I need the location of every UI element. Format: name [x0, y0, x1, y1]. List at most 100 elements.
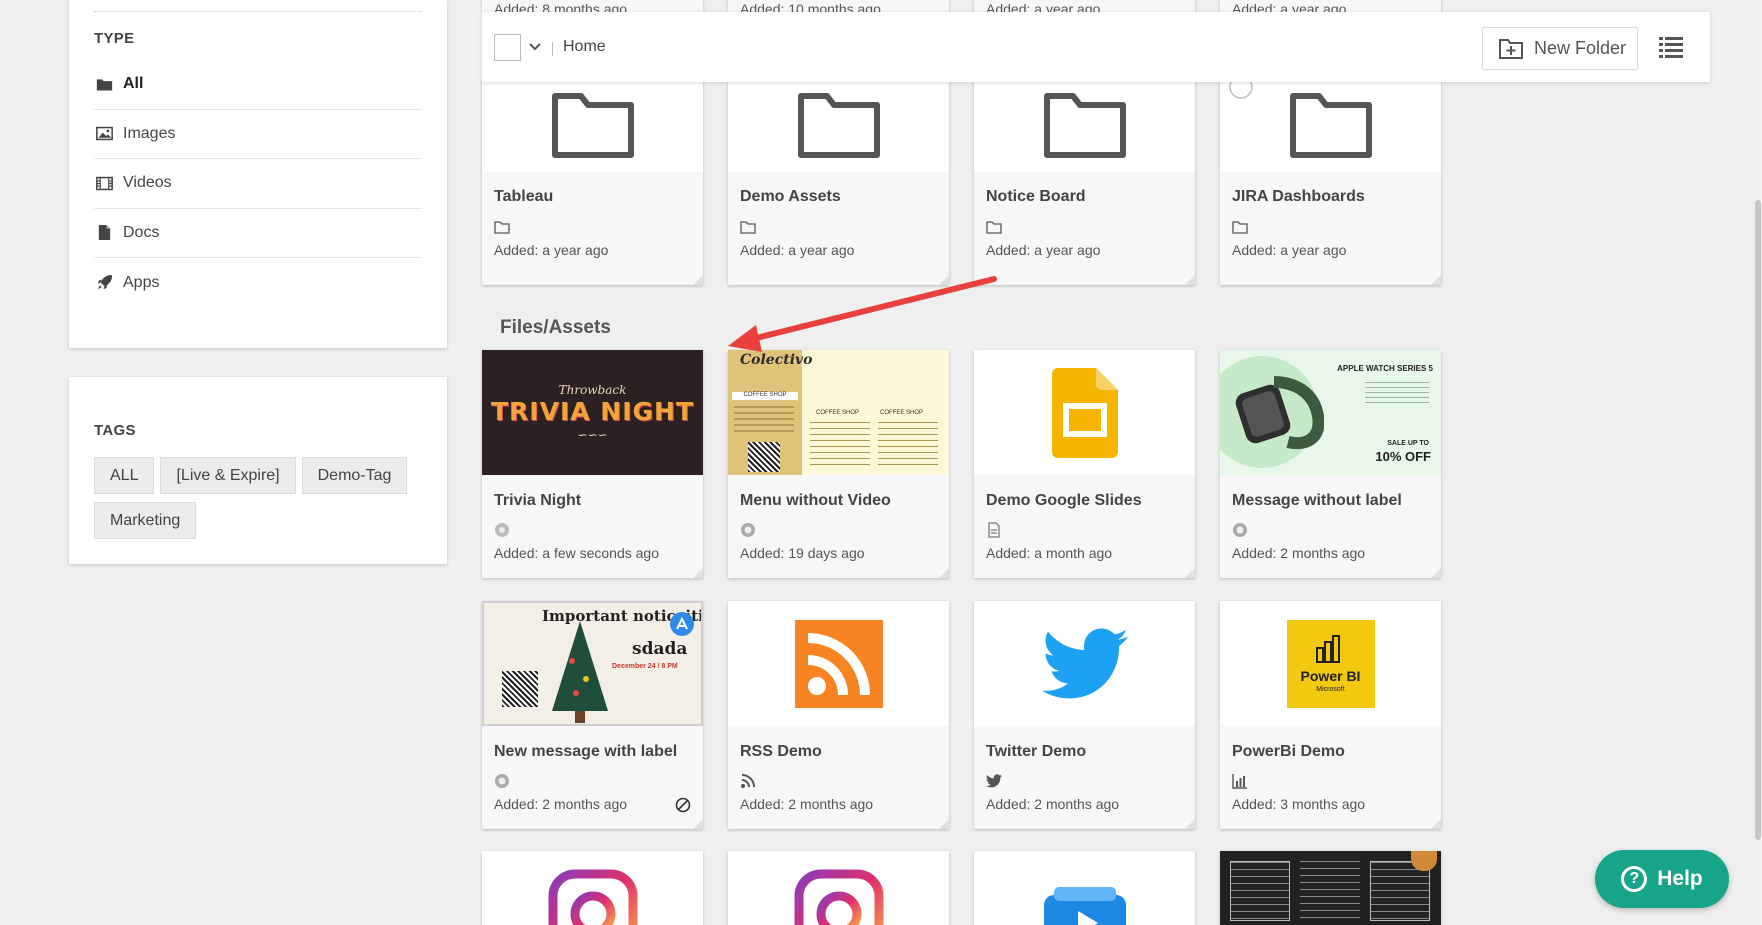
type-filter-apps[interactable]: Apps: [94, 258, 422, 308]
instagram-icon: [548, 869, 638, 925]
card-corner: [1185, 568, 1195, 578]
type-filter-all[interactable]: All: [94, 60, 422, 110]
type-filter-docs[interactable]: Docs: [94, 209, 422, 258]
thumb-text: Colectivo: [740, 352, 813, 368]
type-filter-title: TYPE: [94, 30, 135, 47]
divider: [552, 42, 553, 56]
menu-lines: [878, 422, 938, 470]
asset-card-video-app[interactable]: [974, 851, 1195, 925]
select-all-checkbox[interactable]: [494, 34, 521, 61]
breadcrumb-home[interactable]: Home: [563, 38, 606, 56]
menu-lines: [1230, 861, 1290, 921]
card-corner: [693, 275, 703, 285]
image-icon: [94, 125, 114, 143]
card-corner: [939, 275, 949, 285]
list-view-icon[interactable]: [1659, 36, 1683, 58]
help-button[interactable]: ? Help: [1595, 850, 1729, 908]
asset-card-menu-without-video[interactable]: Colectivo COFFEE SHOP COFFEE SHOP COFFEE…: [728, 350, 949, 578]
divider: [94, 11, 422, 12]
asset-card-message-without-label[interactable]: APPLE WATCH SERIES 5 SALE UP TO 10% OFF …: [1220, 350, 1441, 578]
asset-card-demo-google-slides[interactable]: Demo Google Slides Added: a month ago: [974, 350, 1195, 578]
type-filter-videos[interactable]: Videos: [94, 159, 422, 209]
card-corner: [939, 568, 949, 578]
asset-card-new-message-with-label[interactable]: Important noticaitio sdada December 24 /…: [482, 601, 703, 829]
scrollbar-track[interactable]: [1754, 0, 1762, 925]
folder-icon: [797, 93, 880, 158]
disabled-icon: [675, 797, 691, 813]
thumb-text: COFFEE SHOP: [816, 410, 860, 416]
card-added: Added: a year ago: [1232, 242, 1347, 258]
partial-card[interactable]: Added: 8 months ago: [482, 0, 703, 12]
tag-marketing[interactable]: Marketing: [94, 502, 197, 539]
card-title: PowerBi Demo: [1232, 743, 1345, 760]
card-title: Menu without Video: [740, 492, 891, 509]
google-slides-icon: [1051, 367, 1118, 458]
card-added: Added: 2 months ago: [986, 796, 1120, 812]
card-corner: [1431, 568, 1441, 578]
partial-card[interactable]: Added: 10 months ago: [728, 0, 949, 12]
folder-card[interactable]: Demo Assets Added: a year ago: [728, 80, 949, 285]
file-toolbar: Home New Folder: [482, 12, 1710, 82]
decoration: ∽∽∽: [577, 428, 608, 442]
card-corner: [1185, 275, 1195, 285]
folder-icon: [94, 75, 114, 93]
video-player-icon: [1044, 887, 1126, 925]
asset-card-chalkboard-menu[interactable]: [1220, 851, 1441, 925]
thumb-text: COFFEE SHOP: [880, 410, 924, 416]
help-label: Help: [1657, 867, 1703, 890]
type-filter-label: Apps: [123, 273, 160, 291]
powerbi-thumbnail: Power BI Microsoft: [1220, 601, 1441, 726]
scrollbar-thumb[interactable]: [1755, 200, 1761, 840]
menu-thumbnail: Colectivo COFFEE SHOP COFFEE SHOP COFFEE…: [728, 350, 949, 475]
text-lines: [1365, 382, 1429, 404]
card-title: Demo Assets: [740, 188, 841, 205]
folder-outline-icon: [494, 221, 510, 234]
tag-all[interactable]: ALL: [94, 457, 155, 494]
folder-thumbnail: [974, 80, 1195, 172]
select-radio-icon[interactable]: [1228, 80, 1254, 100]
folder-outline-icon: [986, 221, 1002, 234]
asset-card-rss-demo[interactable]: RSS Demo Added: 2 months ago: [728, 601, 949, 829]
menu-lines: [810, 422, 870, 470]
document-icon: [988, 522, 1000, 538]
asset-card-twitter-demo[interactable]: Twitter Demo Added: 2 months ago: [974, 601, 1195, 829]
card-added: Added: a year ago: [740, 242, 855, 258]
tag-live-expire[interactable]: [Live & Expire]: [160, 457, 296, 494]
asset-card-trivia-night[interactable]: Throwback TRIVIA NIGHT ∽∽∽ Trivia Night …: [482, 350, 703, 578]
folder-card[interactable]: Notice Board Added: a year ago: [974, 80, 1195, 285]
new-folder-button[interactable]: New Folder: [1482, 27, 1638, 70]
thumb-text: December 24 / 8 PM: [612, 663, 678, 670]
folder-card[interactable]: JIRA Dashboards Added: a year ago: [1220, 80, 1441, 285]
partial-card[interactable]: Added: a year ago: [1220, 0, 1441, 12]
film-icon: [94, 174, 114, 192]
thumb-text: COFFEE SHOP: [732, 392, 798, 400]
type-filter-label: Docs: [123, 223, 160, 241]
card-added: Added: 8 months ago: [494, 1, 628, 12]
folder-icon: [1289, 93, 1372, 158]
card-added: Added: a year ago: [986, 242, 1101, 258]
chevron-down-icon[interactable]: [528, 40, 542, 54]
twitter-thumbnail: [974, 601, 1195, 726]
tag-demo-tag[interactable]: Demo-Tag: [301, 457, 408, 494]
card-added: Added: a month ago: [986, 545, 1113, 561]
app-badge-icon: [741, 523, 755, 537]
folder-thumbnail: [1220, 80, 1441, 172]
powerbi-logo: Power BI Microsoft: [1286, 619, 1375, 708]
question-icon: ?: [1621, 866, 1648, 892]
thumb-text: APPLE WATCH SERIES 5: [1337, 364, 1433, 373]
card-title: Demo Google Slides: [986, 492, 1142, 509]
folder-card[interactable]: Tableau Added: a year ago: [482, 80, 703, 285]
watch-image: [1235, 376, 1324, 450]
partial-card[interactable]: Added: a year ago: [974, 0, 1195, 12]
folder-thumbnail: [482, 80, 703, 172]
app-badge-icon: [1233, 523, 1247, 537]
card-title: Message without label: [1232, 492, 1402, 509]
thumb-text: SALE UP TO: [1387, 440, 1429, 447]
google-slides-thumbnail: [974, 350, 1195, 475]
asset-card-instagram[interactable]: [728, 851, 949, 925]
asset-card-powerbi-demo[interactable]: Power BI Microsoft PowerBi Demo Added: 3…: [1220, 601, 1441, 829]
powerbi-bars-icon: [1315, 634, 1340, 663]
folder-icon: [1043, 93, 1126, 158]
asset-card-instagram[interactable]: [482, 851, 703, 925]
type-filter-images[interactable]: Images: [94, 110, 422, 159]
